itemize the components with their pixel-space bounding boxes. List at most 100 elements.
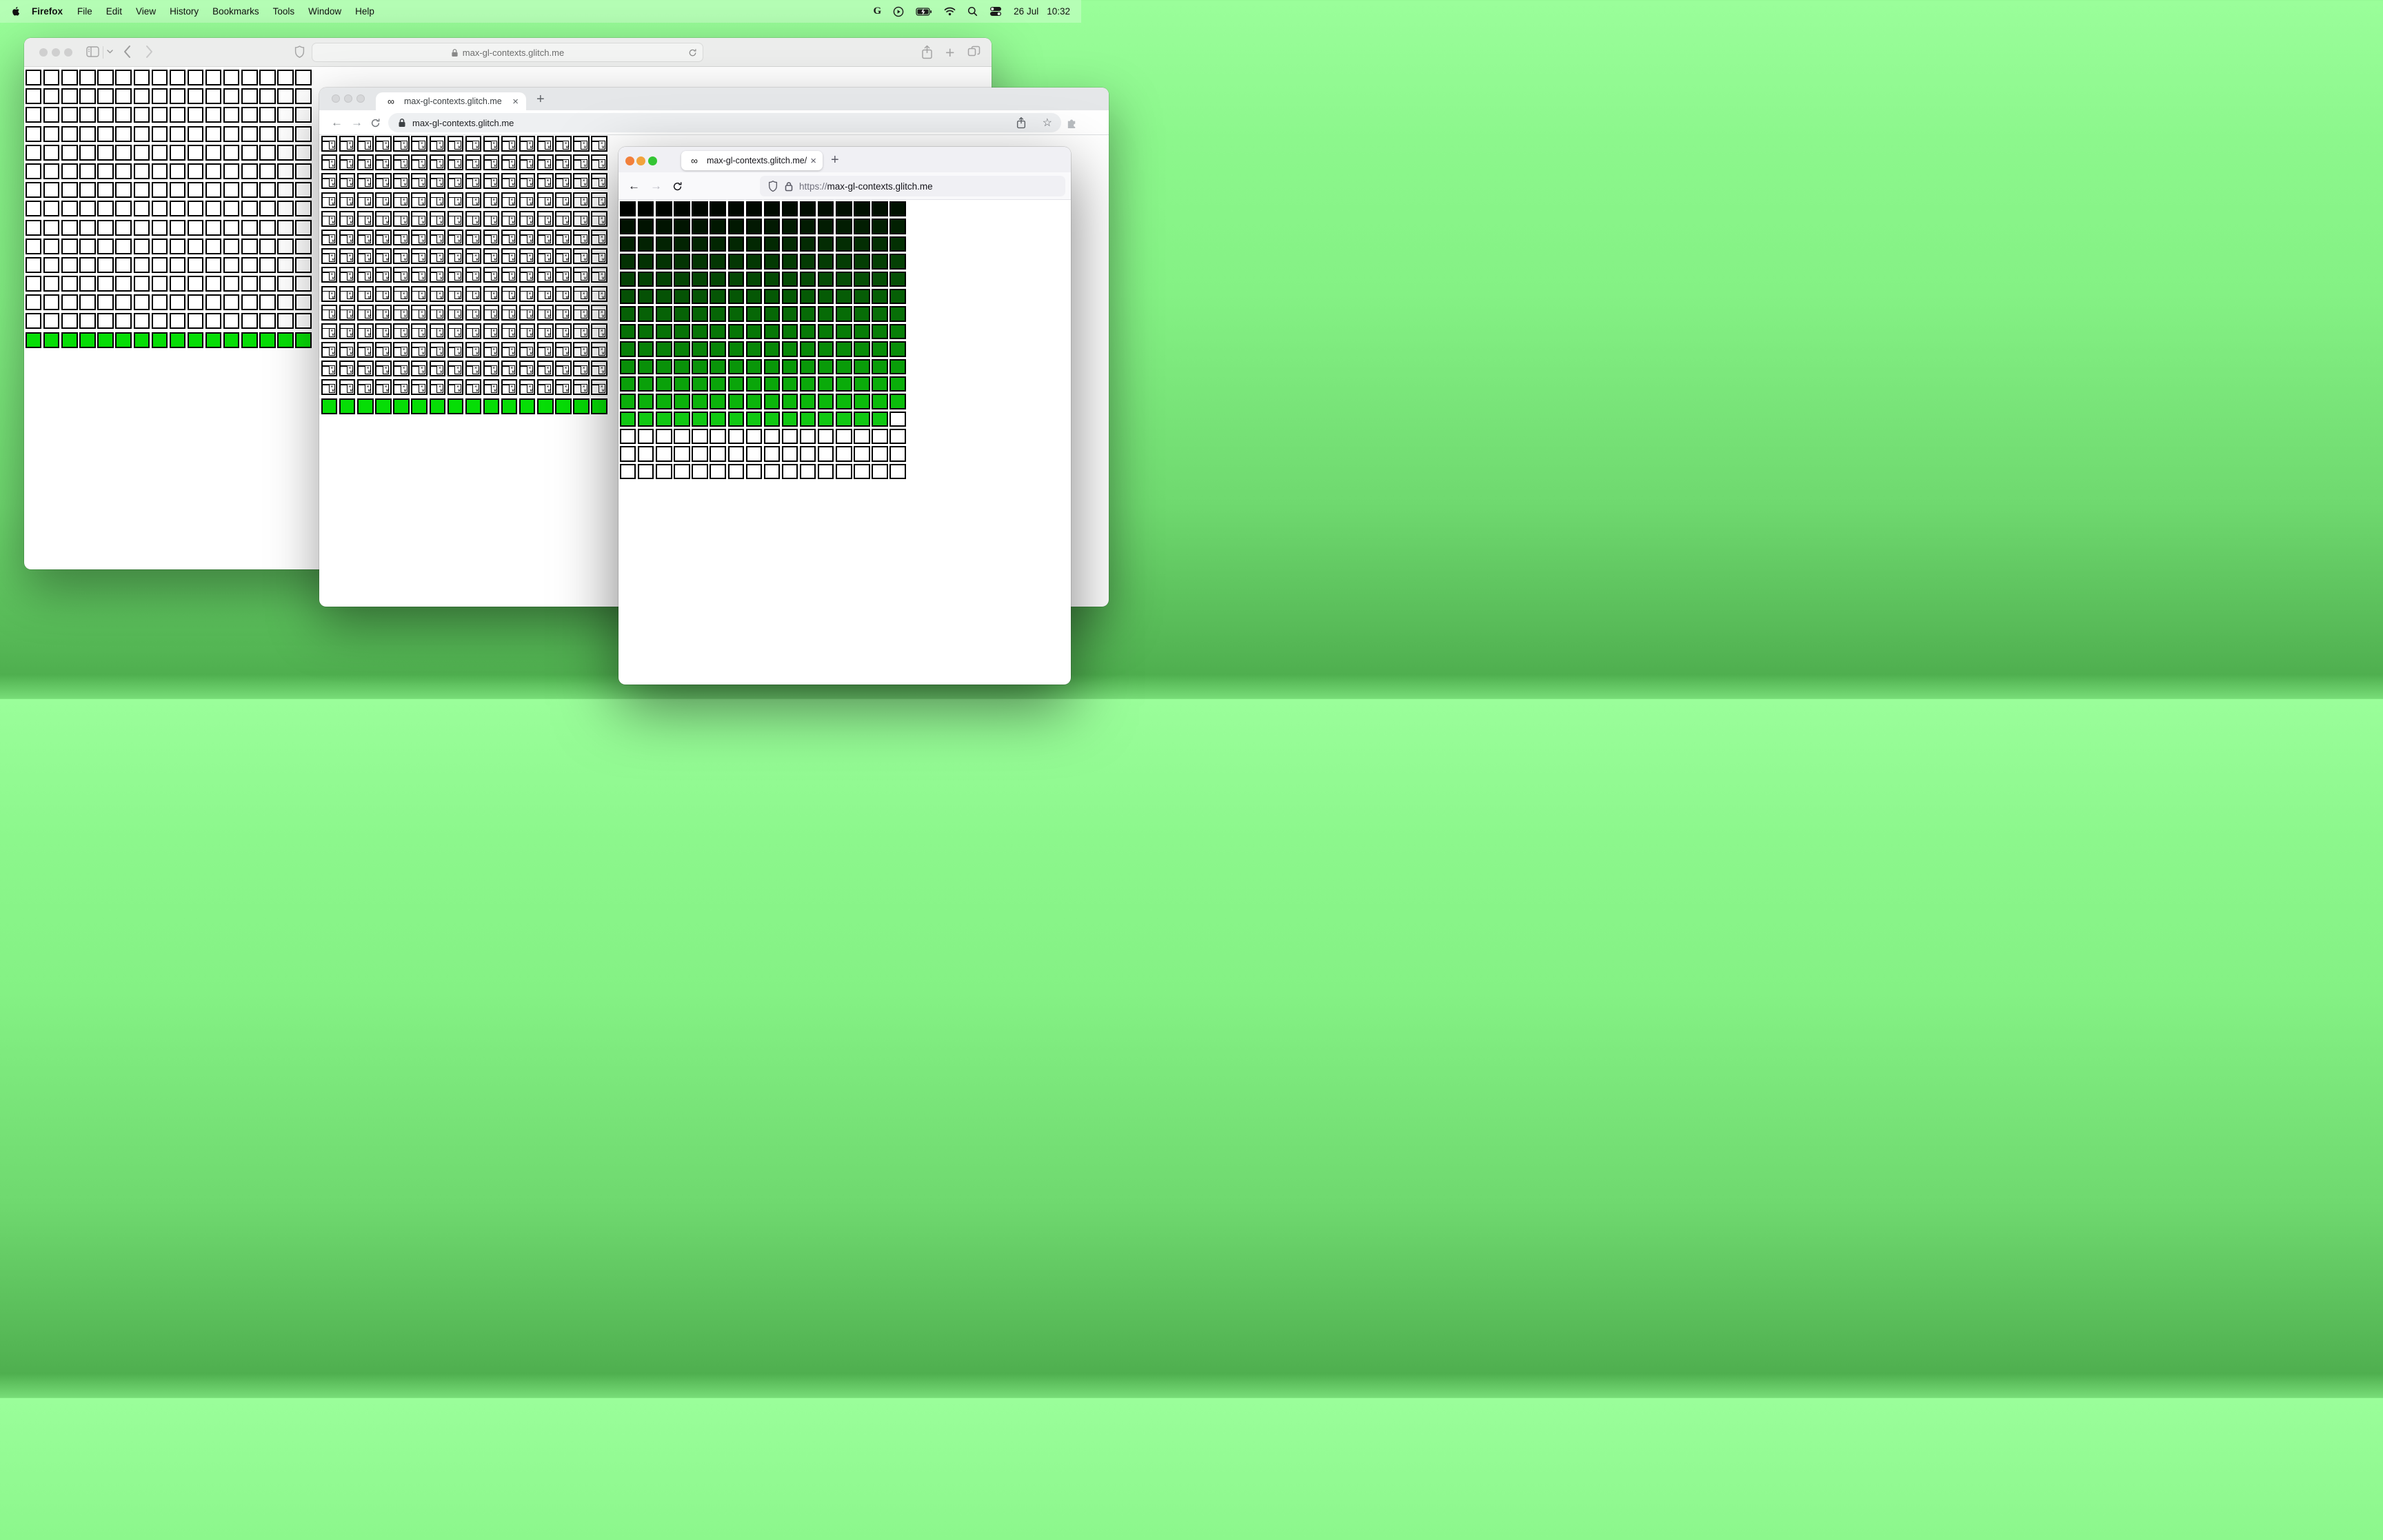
minimize-button[interactable] <box>52 48 60 57</box>
share-icon[interactable] <box>1016 116 1026 129</box>
menu-app-name[interactable]: Firefox <box>24 6 70 17</box>
canvas-cell <box>79 201 96 217</box>
new-tab-icon[interactable]: + <box>945 43 954 62</box>
forward-icon[interactable]: → <box>351 110 363 135</box>
broken-image-cell: × v <box>573 192 590 208</box>
menu-view[interactable]: View <box>129 6 163 17</box>
sidebar-icon[interactable] <box>86 46 99 57</box>
safari-address-bar[interactable]: max-gl-contexts.glitch.me <box>312 43 703 62</box>
zoom-button[interactable] <box>64 48 72 57</box>
menu-help[interactable]: Help <box>348 6 381 17</box>
broken-image-cell: × v <box>339 379 356 396</box>
menu-file[interactable]: File <box>70 6 99 17</box>
minimize-button[interactable] <box>636 156 645 165</box>
close-button[interactable] <box>625 156 634 165</box>
back-icon[interactable]: ← <box>628 172 640 200</box>
chrome-toolbar: ← → max-gl-contexts.glitch.me ☆ <box>319 110 1109 135</box>
canvas-cell <box>26 313 42 330</box>
canvas-cell <box>854 288 870 305</box>
broken-image-cell: × v <box>519 267 536 283</box>
canvas-cell <box>638 394 654 409</box>
canvas-cell <box>674 411 690 427</box>
broken-image-cell: × v <box>357 267 374 283</box>
canvas-cell <box>674 429 690 445</box>
zoom-button[interactable] <box>356 94 365 103</box>
share-icon[interactable] <box>921 45 933 59</box>
broken-image-cell: × v <box>591 154 607 171</box>
canvas-cell <box>151 256 168 273</box>
firefox-tab[interactable]: ∞ max-gl-contexts.glitch.me/ × <box>681 151 823 170</box>
canvas-cell <box>97 256 114 273</box>
chevron-down-icon[interactable] <box>107 50 113 54</box>
canvas-cell <box>763 219 781 234</box>
menu-history[interactable]: History <box>163 6 205 17</box>
canvas-cell <box>727 201 744 217</box>
canvas-cell <box>763 288 781 305</box>
canvas-cell <box>115 182 132 199</box>
privacy-shield-icon[interactable] <box>294 45 305 59</box>
menu-tools[interactable]: Tools <box>266 6 302 17</box>
play-badge-icon[interactable] <box>893 6 904 17</box>
menu-bookmarks[interactable]: Bookmarks <box>205 6 266 17</box>
canvas-cell <box>745 463 763 480</box>
tab-overview-icon[interactable] <box>967 45 981 59</box>
canvas-cell <box>763 446 781 462</box>
canvas-cell <box>79 182 96 199</box>
menu-date[interactable]: 26 Jul <box>1014 6 1038 17</box>
canvas-cell <box>799 254 816 270</box>
zoom-button[interactable] <box>647 156 657 165</box>
forward-icon[interactable]: → <box>650 172 662 200</box>
firefox-canvas-grid <box>620 201 908 481</box>
apple-menu-icon[interactable] <box>11 6 21 17</box>
canvas-cell <box>620 463 636 480</box>
menu-window[interactable]: Window <box>301 6 348 17</box>
forward-icon[interactable] <box>145 45 153 59</box>
close-button[interactable] <box>39 48 48 57</box>
back-icon[interactable] <box>123 45 131 59</box>
broken-image-cell: × v <box>375 154 392 171</box>
broken-image-cell: × v <box>501 304 518 321</box>
battery-charging-icon[interactable] <box>916 7 932 16</box>
broken-image-cell: × v <box>321 173 338 190</box>
firefox-address-bar[interactable]: https://max-gl-contexts.glitch.me <box>760 176 1065 196</box>
chrome-tab[interactable]: ∞ max-gl-contexts.glitch.me × <box>376 92 526 110</box>
canvas-cell <box>854 271 870 287</box>
broken-image-cell: × v <box>375 173 392 190</box>
minimize-button[interactable] <box>344 94 352 103</box>
canvas-cell <box>43 144 60 161</box>
menu-edit[interactable]: Edit <box>99 6 129 17</box>
tab-close-icon[interactable]: × <box>512 96 519 108</box>
chrome-address-bar[interactable]: max-gl-contexts.glitch.me ☆ <box>388 113 1061 132</box>
canvas-cell <box>61 294 78 311</box>
new-tab-icon[interactable]: + <box>831 152 839 168</box>
wifi-icon[interactable] <box>944 7 956 16</box>
close-button[interactable] <box>332 94 340 103</box>
extensions-puzzle-icon[interactable] <box>1066 110 1078 135</box>
broken-image-cell: × v <box>537 323 554 339</box>
broken-image-cell: × v <box>555 379 572 396</box>
canvas-cell <box>692 429 708 445</box>
bookmark-star-icon[interactable]: ☆ <box>1043 116 1052 130</box>
google-g-icon[interactable]: G <box>874 6 882 17</box>
canvas-cell <box>727 341 744 357</box>
reload-icon[interactable] <box>370 110 381 135</box>
broken-image-cell: × v <box>357 136 374 152</box>
canvas-cell <box>169 313 186 330</box>
tab-close-icon[interactable]: × <box>810 155 816 167</box>
canvas-cell <box>97 294 114 311</box>
canvas-cell <box>763 429 781 445</box>
menu-time[interactable]: 10:32 <box>1047 6 1070 17</box>
broken-image-cell: × v <box>537 361 554 377</box>
broken-image-cell: × v <box>339 229 356 245</box>
canvas-cell <box>692 271 708 287</box>
canvas-cell <box>151 238 168 254</box>
canvas-cell <box>205 276 222 292</box>
reload-icon[interactable] <box>688 48 697 57</box>
broken-image-cell: × v <box>555 248 572 265</box>
spotlight-search-icon[interactable] <box>967 6 978 17</box>
back-icon[interactable]: ← <box>331 110 343 135</box>
canvas-cell <box>656 254 672 270</box>
reload-icon[interactable] <box>672 172 683 200</box>
control-center-icon[interactable] <box>989 6 1002 17</box>
new-tab-icon[interactable]: + <box>536 92 545 108</box>
